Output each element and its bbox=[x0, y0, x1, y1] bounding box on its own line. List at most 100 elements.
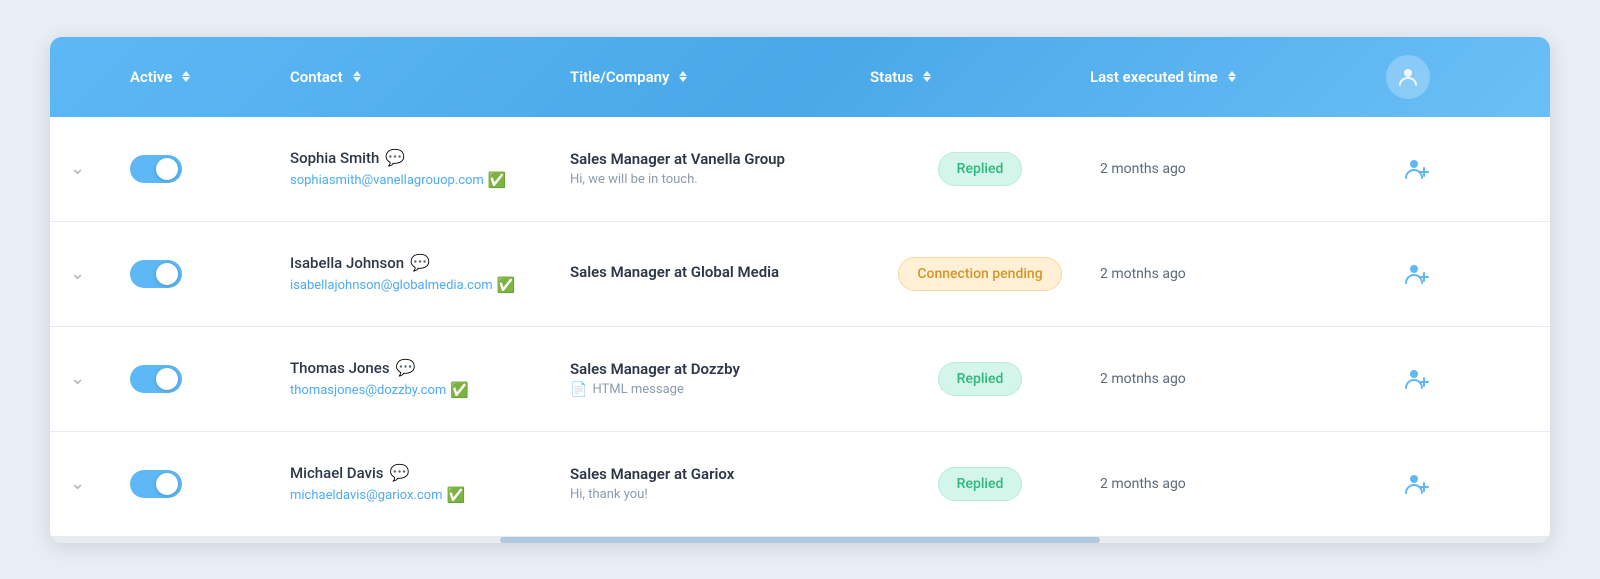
contact-name-4: Michael Davis 💬 bbox=[290, 463, 570, 482]
verified-icon-2: ✅ bbox=[497, 276, 516, 294]
html-file-icon: 📄 bbox=[570, 382, 587, 398]
active-toggle-1[interactable] bbox=[130, 155, 182, 183]
contact-cell-4: Michael Davis 💬 michaeldavis@gariox.com … bbox=[290, 451, 570, 516]
chat-icon-2: 💬 bbox=[410, 253, 430, 272]
status-cell-3: Replied bbox=[870, 362, 1090, 396]
chevron-icon-4[interactable]: ⌄ bbox=[70, 473, 85, 494]
title-text-1: Sales Manager at Vanella Group bbox=[570, 150, 870, 168]
email-row-4: michaeldavis@gariox.com ✅ bbox=[290, 486, 570, 504]
status-cell-2: Connection pending bbox=[870, 257, 1090, 291]
last-exec-sort-icon[interactable] bbox=[1228, 71, 1236, 82]
col-last-executed: Last executed time bbox=[1090, 68, 1350, 86]
person-add-icon-4[interactable] bbox=[1404, 471, 1430, 497]
col-last-exec-label: Last executed time bbox=[1090, 68, 1218, 86]
time-cell-1: 2 months ago bbox=[1090, 161, 1350, 177]
title-cell-2: Sales Manager at Global Media bbox=[570, 251, 870, 297]
col-action-header bbox=[1350, 55, 1430, 99]
subtitle-text-4: Hi, thank you! bbox=[570, 487, 870, 502]
contact-name-3: Thomas Jones 💬 bbox=[290, 358, 570, 377]
action-cell-2[interactable] bbox=[1350, 261, 1430, 287]
contact-sort-icon[interactable] bbox=[353, 71, 361, 82]
table-header: Active Contact Title/Company Status bbox=[50, 37, 1550, 117]
person-add-icon-3[interactable] bbox=[1404, 366, 1430, 392]
html-msg-3: 📄 HTML message bbox=[570, 382, 870, 398]
contact-cell-1: Sophia Smith 💬 sophiasmith@vanellagrouop… bbox=[290, 136, 570, 201]
toggle-cell-3[interactable] bbox=[130, 365, 290, 393]
status-sort-icon[interactable] bbox=[923, 71, 931, 82]
subtitle-text-3: HTML message bbox=[592, 382, 683, 397]
chevron-icon-1[interactable]: ⌄ bbox=[70, 158, 85, 179]
contact-cell-3: Thomas Jones 💬 thomasjones@dozzby.com ✅ bbox=[290, 346, 570, 411]
contact-name-text-2: Isabella Johnson bbox=[290, 254, 404, 272]
chat-icon-4: 💬 bbox=[390, 463, 410, 482]
title-cell-3: Sales Manager at Dozzby 📄 HTML message bbox=[570, 348, 870, 410]
email-row-2: isabellajohnson@globalmedia.com ✅ bbox=[290, 276, 570, 294]
active-toggle-2[interactable] bbox=[130, 260, 182, 288]
col-status-label: Status bbox=[870, 68, 913, 86]
time-cell-4: 2 months ago bbox=[1090, 476, 1350, 492]
active-toggle-4[interactable] bbox=[130, 470, 182, 498]
status-cell-4: Replied bbox=[870, 467, 1090, 501]
col-contact: Contact bbox=[290, 68, 570, 86]
status-badge-4: Replied bbox=[938, 467, 1023, 501]
status-badge-1: Replied bbox=[938, 152, 1023, 186]
contact-name-1: Sophia Smith 💬 bbox=[290, 148, 570, 167]
col-title-company: Title/Company bbox=[570, 68, 870, 86]
title-text-3: Sales Manager at Dozzby bbox=[570, 360, 870, 378]
title-sort-icon[interactable] bbox=[679, 71, 687, 82]
chat-icon-3: 💬 bbox=[396, 358, 416, 377]
subtitle-text-1: Hi, we will be in touch. bbox=[570, 172, 870, 187]
time-cell-2: 2 motnhs ago bbox=[1090, 266, 1350, 282]
col-active-label: Active bbox=[130, 68, 172, 86]
contact-email-3[interactable]: thomasjones@dozzby.com bbox=[290, 383, 446, 398]
active-toggle-3[interactable] bbox=[130, 365, 182, 393]
verified-icon-4: ✅ bbox=[447, 486, 466, 504]
toggle-cell-4[interactable] bbox=[130, 470, 290, 498]
active-sort-icon[interactable] bbox=[182, 71, 190, 82]
expand-cell-3[interactable]: ⌄ bbox=[70, 368, 130, 389]
col-status: Status bbox=[870, 68, 1090, 86]
status-cell-1: Replied bbox=[870, 152, 1090, 186]
main-table: Active Contact Title/Company Status bbox=[50, 37, 1550, 543]
scrollbar-thumb[interactable] bbox=[500, 537, 1100, 543]
contact-email-2[interactable]: isabellajohnson@globalmedia.com bbox=[290, 278, 493, 293]
time-cell-3: 2 motnhs ago bbox=[1090, 371, 1350, 387]
table-row: ⌄ Isabella Johnson 💬 isabellajohnson@glo… bbox=[50, 222, 1550, 327]
action-cell-3[interactable] bbox=[1350, 366, 1430, 392]
chat-icon-1: 💬 bbox=[385, 148, 405, 167]
title-cell-1: Sales Manager at Vanella Group Hi, we wi… bbox=[570, 138, 870, 199]
status-badge-2: Connection pending bbox=[898, 257, 1061, 291]
title-text-2: Sales Manager at Global Media bbox=[570, 263, 870, 281]
verified-icon-3: ✅ bbox=[450, 381, 469, 399]
action-cell-1[interactable] bbox=[1350, 156, 1430, 182]
table-row: ⌄ Thomas Jones 💬 thomasjones@dozzby.com … bbox=[50, 327, 1550, 432]
expand-cell-2[interactable]: ⌄ bbox=[70, 263, 130, 284]
status-badge-3: Replied bbox=[938, 362, 1023, 396]
col-active: Active bbox=[130, 68, 290, 86]
contact-name-text-1: Sophia Smith bbox=[290, 149, 379, 167]
contact-email-1[interactable]: sophiasmith@vanellagrouop.com bbox=[290, 173, 484, 188]
toggle-cell-1[interactable] bbox=[130, 155, 290, 183]
contact-cell-2: Isabella Johnson 💬 isabellajohnson@globa… bbox=[290, 241, 570, 306]
contact-name-2: Isabella Johnson 💬 bbox=[290, 253, 570, 272]
person-add-icon-1[interactable] bbox=[1404, 156, 1430, 182]
chevron-icon-2[interactable]: ⌄ bbox=[70, 263, 85, 284]
contact-email-4[interactable]: michaeldavis@gariox.com bbox=[290, 488, 443, 503]
email-row-1: sophiasmith@vanellagrouop.com ✅ bbox=[290, 171, 570, 189]
contact-name-text-3: Thomas Jones bbox=[290, 359, 390, 377]
verified-icon-1: ✅ bbox=[488, 171, 507, 189]
title-cell-4: Sales Manager at Gariox Hi, thank you! bbox=[570, 453, 870, 514]
contact-name-text-4: Michael Davis bbox=[290, 464, 384, 482]
toggle-cell-2[interactable] bbox=[130, 260, 290, 288]
table-row: ⌄ Sophia Smith 💬 sophiasmith@vanellagrou… bbox=[50, 117, 1550, 222]
expand-cell-1[interactable]: ⌄ bbox=[70, 158, 130, 179]
col-title-label: Title/Company bbox=[570, 68, 669, 86]
col-contact-label: Contact bbox=[290, 68, 343, 86]
header-avatar-icon bbox=[1386, 55, 1430, 99]
person-add-icon-2[interactable] bbox=[1404, 261, 1430, 287]
chevron-icon-3[interactable]: ⌄ bbox=[70, 368, 85, 389]
scrollbar-container bbox=[50, 537, 1550, 543]
action-cell-4[interactable] bbox=[1350, 471, 1430, 497]
table-row: ⌄ Michael Davis 💬 michaeldavis@gariox.co… bbox=[50, 432, 1550, 537]
expand-cell-4[interactable]: ⌄ bbox=[70, 473, 130, 494]
